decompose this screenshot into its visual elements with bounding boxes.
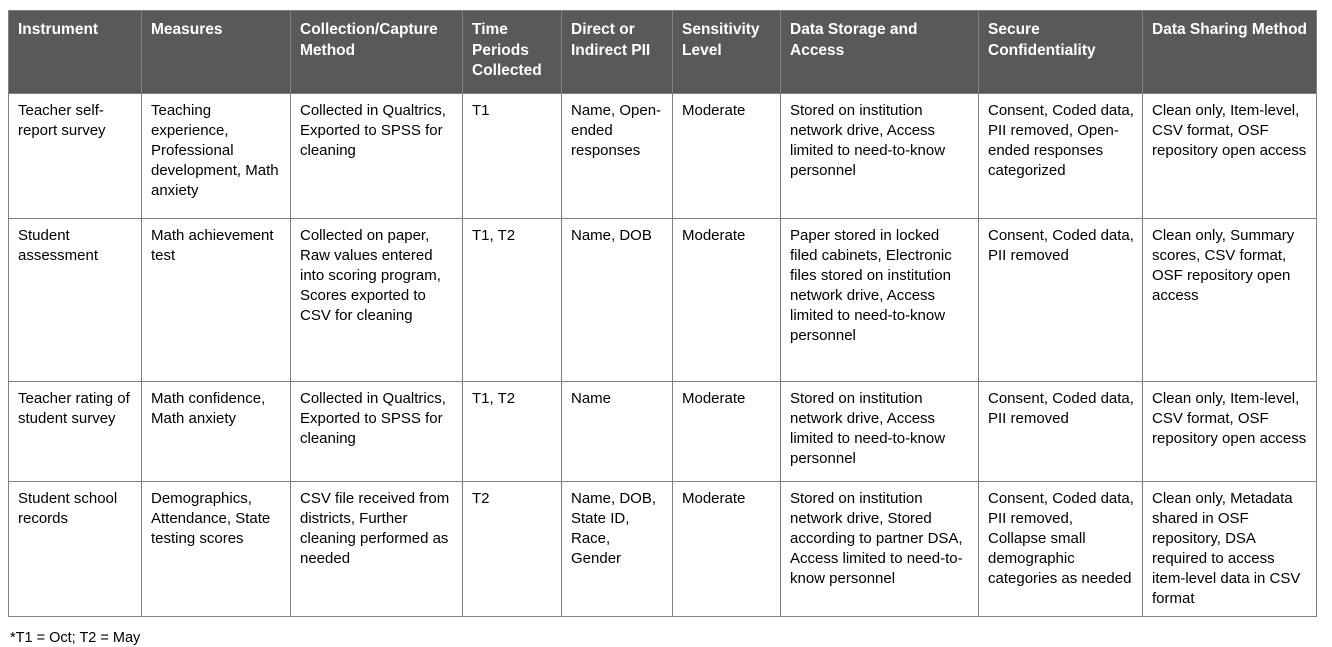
table-header: Instrument Measures Collection/Capture M… (8, 10, 1317, 94)
cell-pii: Name, DOB, State ID, Race, Gender (561, 481, 673, 617)
table-row: Student assessment Math achievement test… (8, 218, 1317, 382)
cell-storage-access: Stored on institution network drive, Sto… (780, 481, 979, 617)
cell-confidentiality: Consent, Coded data, PII removed, Open-e… (978, 93, 1143, 219)
table-row: Teacher rating of student survey Math co… (8, 381, 1317, 482)
column-header-pii: Direct or Indirect PII (561, 10, 673, 94)
cell-instrument: Student school records (8, 481, 142, 617)
cell-measures: Demographics, Attendance, State testing … (141, 481, 291, 617)
cell-sensitivity: Moderate (672, 218, 781, 382)
cell-measures: Math confidence, Math anxiety (141, 381, 291, 482)
cell-instrument: Student assessment (8, 218, 142, 382)
cell-time-periods: T2 (462, 481, 562, 617)
data-management-table: Instrument Measures Collection/Capture M… (8, 10, 1317, 617)
cell-pii: Name (561, 381, 673, 482)
cell-sharing-method: Clean only, Item-level, CSV format, OSF … (1142, 93, 1317, 219)
cell-sensitivity: Moderate (672, 481, 781, 617)
cell-pii: Name, Open-ended responses (561, 93, 673, 219)
cell-storage-access: Paper stored in locked filed cabinets, E… (780, 218, 979, 382)
cell-instrument: Teacher self-report survey (8, 93, 142, 219)
cell-sensitivity: Moderate (672, 93, 781, 219)
cell-collection-method: Collected on paper, Raw values entered i… (290, 218, 463, 382)
cell-time-periods: T1, T2 (462, 381, 562, 482)
cell-confidentiality: Consent, Coded data, PII removed (978, 218, 1143, 382)
column-header-time-periods: Time Periods Collected (462, 10, 562, 94)
cell-instrument: Teacher rating of student survey (8, 381, 142, 482)
cell-confidentiality: Consent, Coded data, PII removed, Collap… (978, 481, 1143, 617)
cell-collection-method: Collected in Qualtrics, Exported to SPSS… (290, 93, 463, 219)
column-header-instrument: Instrument (8, 10, 142, 94)
cell-time-periods: T1 (462, 93, 562, 219)
cell-sharing-method: Clean only, Item-level, CSV format, OSF … (1142, 381, 1317, 482)
cell-storage-access: Stored on institution network drive, Acc… (780, 381, 979, 482)
cell-measures: Math achievement test (141, 218, 291, 382)
cell-collection-method: Collected in Qualtrics, Exported to SPSS… (290, 381, 463, 482)
table-body: Teacher self-report survey Teaching expe… (8, 93, 1317, 617)
table-page: Instrument Measures Collection/Capture M… (0, 0, 1332, 646)
cell-storage-access: Stored on institution network drive, Acc… (780, 93, 979, 219)
cell-measures: Teaching experience, Professional develo… (141, 93, 291, 219)
column-header-collection-method: Collection/Capture Method (290, 10, 463, 94)
column-header-sensitivity: Sensitivity Level (672, 10, 781, 94)
column-header-confidentiality: Secure Confidentiality (978, 10, 1143, 94)
column-header-measures: Measures (141, 10, 291, 94)
cell-sensitivity: Moderate (672, 381, 781, 482)
table-row: Student school records Demographics, Att… (8, 481, 1317, 617)
cell-collection-method: CSV file received from districts, Furthe… (290, 481, 463, 617)
cell-time-periods: T1, T2 (462, 218, 562, 382)
cell-confidentiality: Consent, Coded data, PII removed (978, 381, 1143, 482)
table-footnote: *T1 = Oct; T2 = May (10, 629, 141, 646)
cell-sharing-method: Clean only, Summary scores, CSV format, … (1142, 218, 1317, 382)
column-header-storage-access: Data Storage and Access (780, 10, 979, 94)
cell-sharing-method: Clean only, Metadata shared in OSF repos… (1142, 481, 1317, 617)
cell-pii: Name, DOB (561, 218, 673, 382)
table-header-row: Instrument Measures Collection/Capture M… (8, 10, 1317, 94)
table-row: Teacher self-report survey Teaching expe… (8, 93, 1317, 219)
column-header-sharing-method: Data Sharing Method (1142, 10, 1317, 94)
